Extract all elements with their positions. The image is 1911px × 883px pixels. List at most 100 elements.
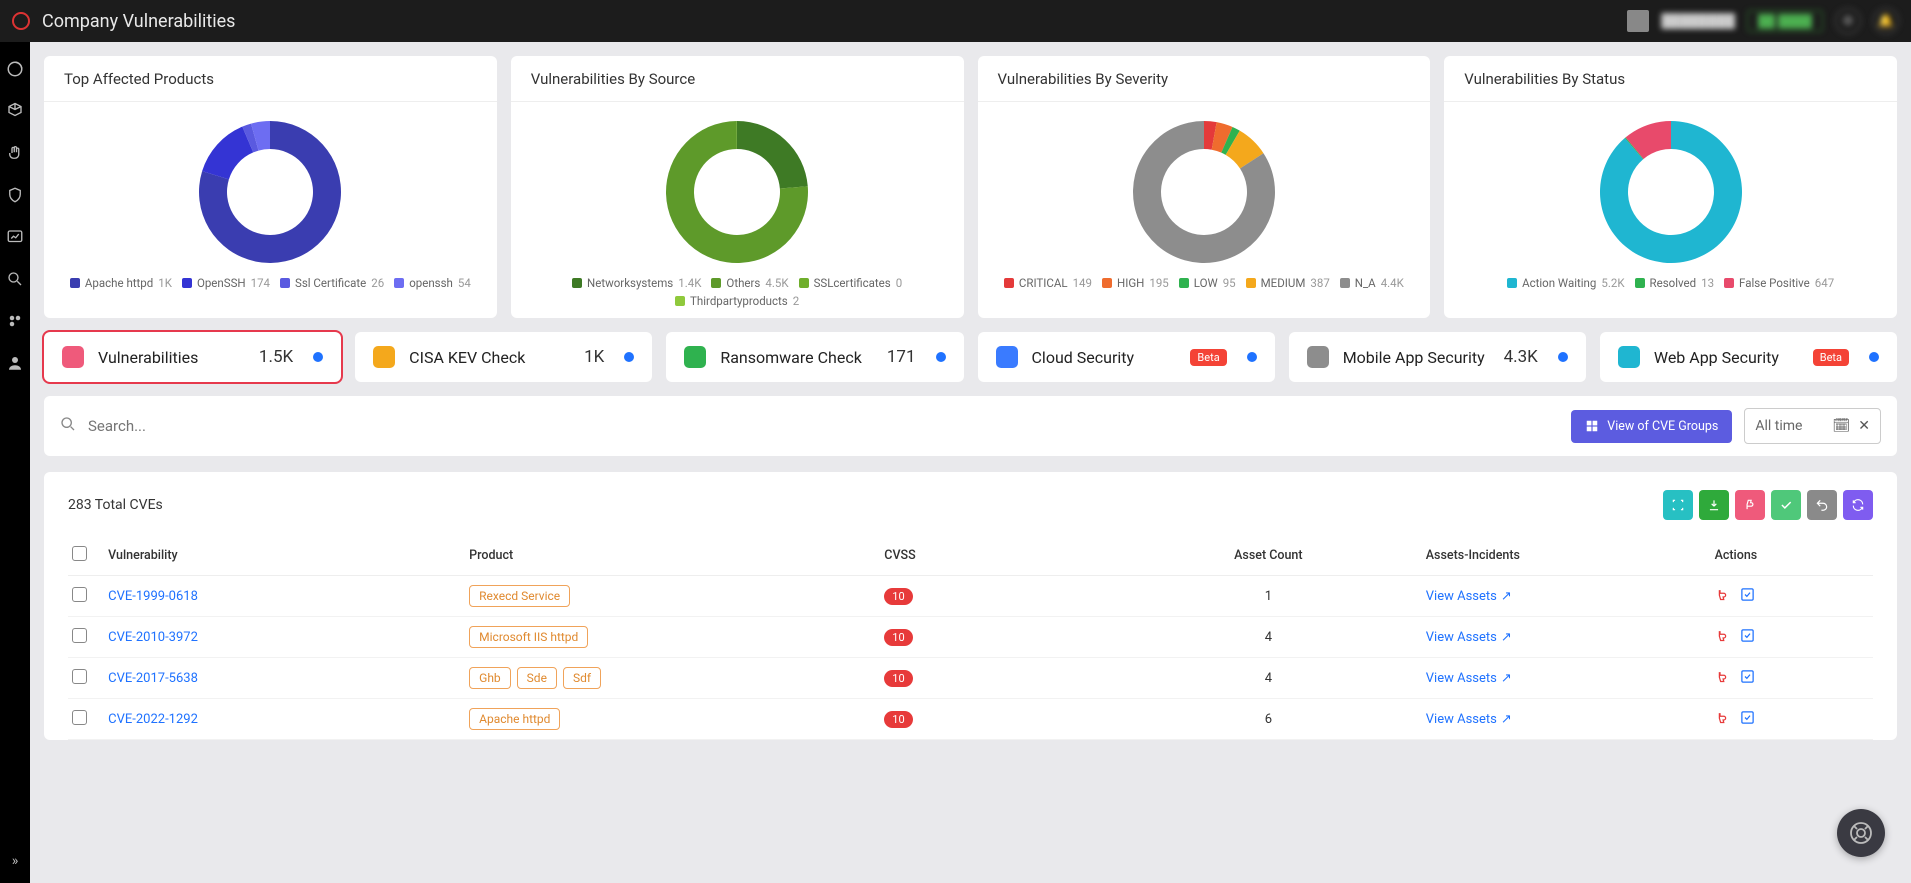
product-chip[interactable]: Ghb (469, 667, 511, 689)
legend-item[interactable]: False Positive647 (1724, 276, 1834, 290)
external-link-icon: ↗ (1501, 589, 1512, 604)
info-icon[interactable] (313, 352, 323, 362)
row-checkbox[interactable] (72, 669, 87, 684)
legend-item[interactable]: Networksystems1.4K (572, 276, 701, 290)
nav-search-icon[interactable] (6, 270, 24, 288)
chart-title: Vulnerabilities By Severity (978, 56, 1431, 102)
cve-link[interactable]: CVE-1999-0618 (108, 589, 198, 604)
cve-table: VulnerabilityProductCVSSAsset CountAsset… (68, 536, 1873, 740)
product-chip[interactable]: Rexecd Service (469, 585, 570, 607)
legend-item[interactable]: SSLcertificates0 (799, 276, 903, 290)
column-header[interactable]: Vulnerability (104, 536, 465, 576)
column-header[interactable]: CVSS (880, 536, 1115, 576)
cve-link[interactable]: CVE-2017-5638 (108, 671, 198, 686)
avatar[interactable] (1627, 10, 1649, 32)
legend-item[interactable]: N_A4.4K (1340, 276, 1404, 290)
product-chip[interactable]: Sdf (563, 667, 601, 689)
column-header[interactable]: Asset Count (1115, 536, 1422, 576)
nav-shield-icon[interactable] (6, 186, 24, 204)
check-square-icon[interactable] (1740, 710, 1755, 729)
legend-item[interactable]: openssh54 (394, 276, 471, 290)
status-badge[interactable]: ██ ████ (1747, 10, 1823, 32)
info-icon[interactable] (1558, 352, 1568, 362)
scan-button[interactable] (1663, 490, 1693, 520)
check-square-icon[interactable] (1740, 587, 1755, 606)
view-cve-groups-button[interactable]: View of CVE Groups (1571, 410, 1732, 443)
date-filter[interactable]: All time 🗓 ✕ (1744, 408, 1881, 444)
product-chip[interactable]: Microsoft IIS httpd (469, 626, 588, 648)
legend-item[interactable]: Apache httpd1K (70, 276, 172, 290)
legend-item[interactable]: Thirdpartyproducts2 (675, 294, 799, 308)
thumbs-down-icon[interactable] (1715, 628, 1730, 647)
row-checkbox[interactable] (72, 628, 87, 643)
tab-label: Cloud Security (1032, 348, 1135, 367)
table-row: CVE-2022-1292 Apache httpd 10 6 View Ass… (68, 699, 1873, 740)
info-icon[interactable] (1869, 352, 1879, 362)
legend-item[interactable]: Resolved13 (1635, 276, 1715, 290)
chart-card: Vulnerabilities By Source Networksystems… (511, 56, 964, 318)
donut-chart[interactable] (1456, 112, 1885, 272)
bell-icon[interactable]: 🔔 (1873, 8, 1899, 34)
download-button[interactable] (1699, 490, 1729, 520)
column-header[interactable]: Assets-Incidents (1422, 536, 1711, 576)
product-chip[interactable]: Sde (517, 667, 557, 689)
category-tab[interactable]: Mobile App Security 4.3K (1289, 332, 1586, 382)
view-assets-link[interactable]: View Assets↗ (1426, 589, 1512, 604)
legend-item[interactable]: HIGH195 (1102, 276, 1169, 290)
legend-item[interactable]: Ssl Certificate26 (280, 276, 384, 290)
thumbs-down-icon[interactable] (1715, 710, 1730, 729)
help-fab[interactable] (1837, 809, 1885, 857)
check-square-icon[interactable] (1740, 628, 1755, 647)
legend-item[interactable]: CRITICAL149 (1004, 276, 1092, 290)
nav-user-icon[interactable] (6, 354, 24, 372)
category-tab[interactable]: CISA KEV Check 1K (355, 332, 652, 382)
row-checkbox[interactable] (72, 587, 87, 602)
nav-settings-icon[interactable] (6, 312, 24, 330)
tab-value: 171 (887, 347, 916, 367)
product-chip[interactable]: Apache httpd (469, 708, 560, 730)
category-tab[interactable]: Cloud Security Beta (978, 332, 1275, 382)
donut-chart[interactable] (56, 112, 485, 272)
category-tab[interactable]: Web App Security Beta (1600, 332, 1897, 382)
legend-item[interactable]: Action Waiting5.2K (1507, 276, 1624, 290)
logo-icon (12, 12, 30, 30)
nav-hand-icon[interactable] (6, 144, 24, 162)
view-assets-link[interactable]: View Assets↗ (1426, 671, 1512, 686)
info-icon[interactable] (624, 352, 634, 362)
legend-item[interactable]: Others4.5K (711, 276, 788, 290)
check-square-icon[interactable] (1740, 669, 1755, 688)
tab-label: Vulnerabilities (98, 348, 198, 367)
donut-chart[interactable] (990, 112, 1419, 272)
legend-item[interactable]: OpenSSH174 (182, 276, 270, 290)
legend-item[interactable]: MEDIUM387 (1246, 276, 1330, 290)
column-header[interactable]: Product (465, 536, 880, 576)
refresh-button[interactable] (1843, 490, 1873, 520)
row-checkbox[interactable] (72, 710, 87, 725)
category-tab[interactable]: Ransomware Check 171 (666, 332, 963, 382)
gear-icon[interactable]: ⚙ (1835, 8, 1861, 34)
view-assets-link[interactable]: View Assets↗ (1426, 630, 1512, 645)
donut-chart[interactable] (523, 112, 952, 272)
cvss-badge: 10 (884, 711, 912, 728)
nav-chart-icon[interactable] (6, 228, 24, 246)
legend-item[interactable]: LOW95 (1179, 276, 1236, 290)
category-tab[interactable]: Vulnerabilities 1.5K (44, 332, 341, 382)
cve-link[interactable]: CVE-2022-1292 (108, 712, 198, 727)
nav-dashboard-icon[interactable] (6, 60, 24, 78)
clear-date-icon[interactable]: ✕ (1858, 418, 1870, 434)
column-header[interactable]: Actions (1711, 536, 1873, 576)
approve-button[interactable] (1771, 490, 1801, 520)
select-all-checkbox[interactable] (72, 546, 87, 561)
search-input[interactable] (88, 417, 1559, 435)
asset-count: 4 (1115, 617, 1422, 658)
undo-button[interactable] (1807, 490, 1837, 520)
reject-button[interactable] (1735, 490, 1765, 520)
view-assets-link[interactable]: View Assets↗ (1426, 712, 1512, 727)
nav-cube-icon[interactable] (6, 102, 24, 120)
expand-sidebar-icon[interactable]: » (12, 853, 19, 869)
info-icon[interactable] (1247, 352, 1257, 362)
thumbs-down-icon[interactable] (1715, 669, 1730, 688)
cve-link[interactable]: CVE-2010-3972 (108, 630, 198, 645)
thumbs-down-icon[interactable] (1715, 587, 1730, 606)
info-icon[interactable] (936, 352, 946, 362)
